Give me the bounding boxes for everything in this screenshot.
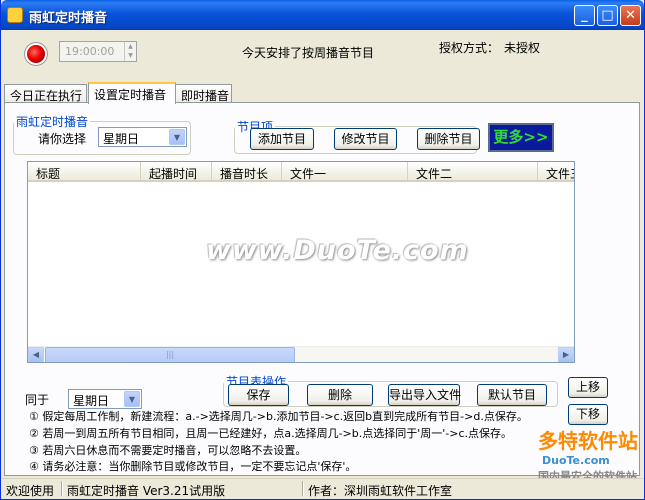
- column-file-1[interactable]: 文件一: [282, 162, 408, 181]
- window-title: 雨虹定时播音: [29, 11, 108, 26]
- app-icon: [7, 7, 23, 23]
- note-2: ② 若周一到周五所有节目相同，且周一已经建好，点a.选择周几->b.点选择同于'…: [29, 427, 513, 440]
- auth-value: 未授权: [504, 41, 541, 55]
- scroll-thumb[interactable]: |||: [45, 347, 295, 362]
- close-button[interactable]: ✕: [620, 5, 641, 26]
- chevron-down-icon[interactable]: ▼: [169, 129, 185, 145]
- more-button[interactable]: 更多>>: [488, 123, 554, 152]
- chevron-down-icon[interactable]: ▼: [124, 391, 140, 407]
- minimize-button[interactable]: _: [574, 5, 595, 26]
- status-author: 作者：深圳雨虹软件工作室: [308, 484, 453, 498]
- weekday-select[interactable]: 星期日 ▼: [98, 127, 187, 147]
- move-up-button[interactable]: 上移: [568, 377, 608, 398]
- time-spinner[interactable]: ▲ ▼: [124, 42, 136, 61]
- site-watermark: www.DuoTe.com: [206, 235, 469, 266]
- auth-label: 授权方式：: [439, 41, 500, 55]
- column-duration[interactable]: 播音时长: [212, 162, 282, 181]
- tab-set-timed[interactable]: 设置定时播音: [88, 82, 176, 104]
- column-start-time[interactable]: 起播时间: [141, 162, 212, 181]
- status-separator: [302, 481, 304, 496]
- status-led-icon: [27, 45, 45, 63]
- brand-name: 多特软件站: [538, 429, 638, 453]
- status-separator: [61, 481, 63, 496]
- status-version: 雨虹定时播音 Ver3.21试用版: [67, 484, 226, 498]
- tab-instant[interactable]: 即时播音: [175, 84, 232, 103]
- delete-program-button[interactable]: 删除节目: [417, 128, 480, 150]
- today-schedule-text: 今天安排了按周播音节目: [242, 46, 375, 60]
- brand-watermark: 多特软件站 DuoTe.com 国内最安全的软件站: [538, 425, 638, 484]
- select-label: 请你选择: [38, 132, 87, 146]
- scroll-right-icon[interactable]: ▶: [558, 347, 574, 362]
- same-as-label: 同于: [25, 393, 50, 407]
- column-file-2[interactable]: 文件二: [408, 162, 538, 181]
- tab-today-running[interactable]: 今日正在执行: [4, 84, 87, 103]
- save-button[interactable]: 保存: [228, 384, 289, 406]
- note-4: ④ 请务必注意：当你删除节目或修改节目，一定不要忘记点'保存'。: [29, 460, 357, 473]
- column-title[interactable]: 标题: [28, 162, 141, 181]
- move-down-button[interactable]: 下移: [568, 404, 608, 425]
- note-1: ① 假定每周工作制，新建流程：a.->选择周几->b.添加节目->c.返回b直到…: [29, 410, 528, 423]
- time-picker[interactable]: 19:00:00 ▲ ▼: [59, 41, 137, 62]
- time-value: 19:00:00: [65, 45, 115, 58]
- delete-table-button[interactable]: 删除: [307, 384, 373, 406]
- export-import-button[interactable]: 导出导入文件: [388, 384, 461, 406]
- status-bar: 欢迎使用 雨虹定时播音 Ver3.21试用版 作者：深圳雨虹软件工作室: [2, 478, 644, 498]
- timed-group-legend: 雨虹定时播音: [16, 115, 89, 129]
- column-file-3[interactable]: 文件三: [538, 162, 574, 181]
- table-header: 标题 起播时间 播音时长 文件一 文件二 文件三: [28, 162, 574, 182]
- horizontal-scrollbar[interactable]: ◀ ||| ▶: [28, 346, 574, 362]
- default-program-button[interactable]: 默认节目: [477, 384, 547, 406]
- brand-domain: DuoTe.com: [542, 454, 610, 467]
- add-program-button[interactable]: 添加节目: [250, 128, 314, 150]
- note-3: ③ 若周六日休息而不需要定时播音，可以忽略不去设置。: [29, 444, 307, 457]
- maximize-button[interactable]: □: [597, 5, 618, 26]
- title-bar[interactable]: 雨虹定时播音 _ □ ✕: [1, 0, 644, 30]
- same-as-value: 星期日: [73, 394, 110, 408]
- weekday-select-value: 星期日: [103, 132, 140, 146]
- main-window: 雨虹定时播音 _ □ ✕ 19:00:00 ▲ ▼ 今天安排了按周播音节目 授权方…: [0, 0, 645, 500]
- same-as-select[interactable]: 星期日 ▼: [68, 389, 142, 409]
- scroll-left-icon[interactable]: ◀: [28, 347, 44, 362]
- status-welcome: 欢迎使用: [6, 484, 55, 498]
- edit-program-button[interactable]: 修改节目: [334, 128, 397, 150]
